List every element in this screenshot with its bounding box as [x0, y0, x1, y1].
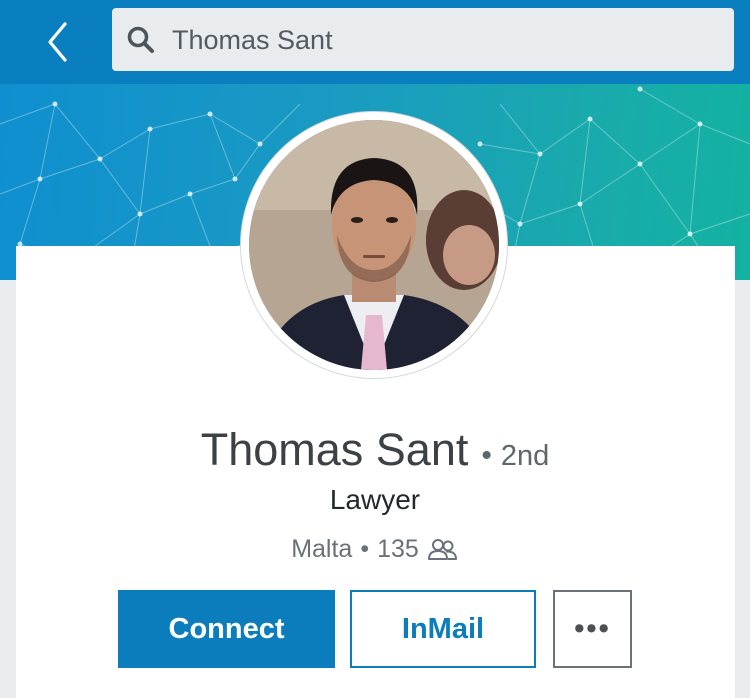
location: Malta: [291, 534, 353, 563]
name-row: Thomas Sant • 2nd: [0, 424, 750, 480]
meta-separator: •: [360, 534, 370, 563]
top-bar: Thomas Sant: [0, 0, 750, 84]
chevron-left-icon: [48, 22, 67, 62]
search-input[interactable]: Thomas Sant: [112, 8, 734, 71]
connect-button[interactable]: Connect: [118, 590, 335, 668]
people-icon: [427, 539, 457, 560]
profile-meta: Malta • 135: [0, 532, 750, 566]
profile-headline: Lawyer: [329, 484, 421, 515]
connection-degree: 2nd: [500, 440, 550, 472]
profile-photo: [249, 120, 499, 370]
back-button[interactable]: [28, 12, 88, 72]
more-options-button[interactable]: •••: [553, 590, 632, 668]
avatar[interactable]: [249, 120, 499, 370]
search-query: Thomas Sant: [172, 25, 333, 55]
name-separator: •: [481, 439, 492, 472]
inmail-button[interactable]: InMail: [350, 590, 536, 668]
search-icon: [127, 26, 154, 53]
profile-name: Thomas Sant: [200, 424, 469, 475]
connection-count: 135: [377, 534, 419, 563]
